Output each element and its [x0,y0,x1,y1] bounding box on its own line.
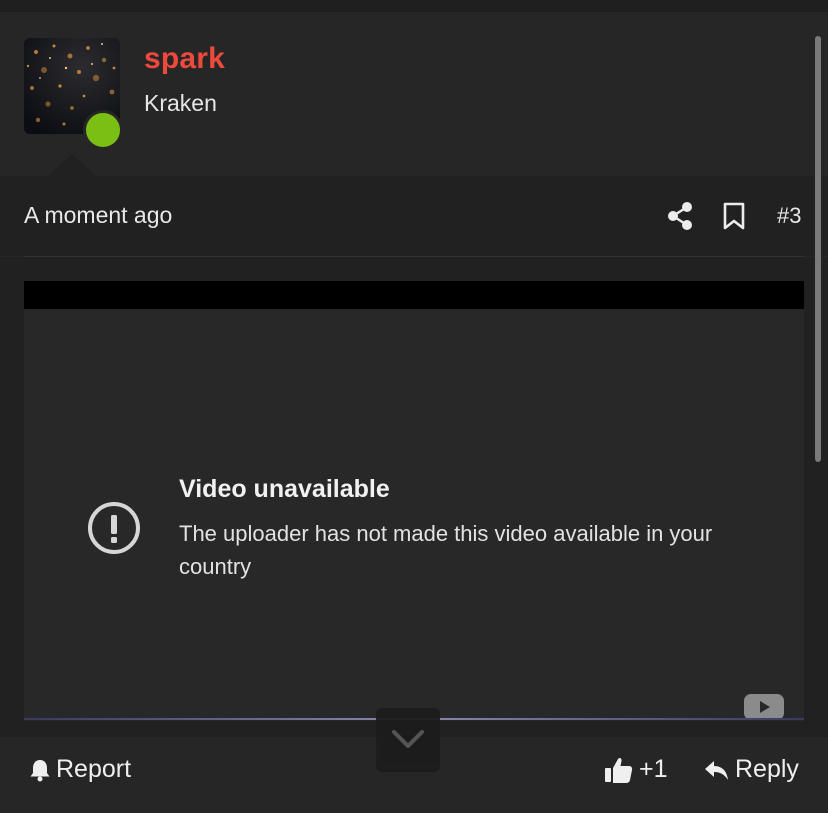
post-page: spark Kraken A moment ago #3 Video unava… [0,0,828,813]
post-meta-bar: A moment ago #3 [0,176,828,256]
post-content: Video unavailable The uploader has not m… [0,257,828,737]
scroll-down-button[interactable] [376,708,440,772]
reply-label: Reply [735,755,799,783]
report-label: Report [56,755,132,783]
username-link[interactable]: spark [144,42,225,76]
report-button[interactable]: Report [29,755,131,784]
video-embed[interactable]: Video unavailable The uploader has not m… [24,281,804,721]
youtube-icon[interactable] [744,694,784,720]
like-button[interactable]: +1 [604,755,668,784]
chevron-down-icon [392,730,424,748]
thumbs-up-icon [604,756,634,784]
like-count: +1 [639,755,668,783]
post-timestamp[interactable]: A moment ago [24,202,172,229]
post-number-link[interactable]: #3 [777,203,801,229]
online-status-indicator [83,110,123,150]
warning-icon [86,500,142,556]
post-header: spark Kraken [0,12,828,175]
bookmark-icon[interactable] [722,201,746,231]
video-error-title: Video unavailable [179,475,390,503]
share-icon[interactable] [666,201,694,231]
reply-button[interactable]: Reply [704,755,799,784]
video-top-bar [24,281,804,309]
scrollbar[interactable] [815,36,821,462]
user-rank: Kraken [144,90,217,116]
bell-icon [29,758,51,782]
reply-arrow-icon [704,758,730,782]
header-pointer [48,154,96,176]
top-bar [0,0,828,12]
video-error-message: The uploader has not made this video ava… [179,521,713,579]
